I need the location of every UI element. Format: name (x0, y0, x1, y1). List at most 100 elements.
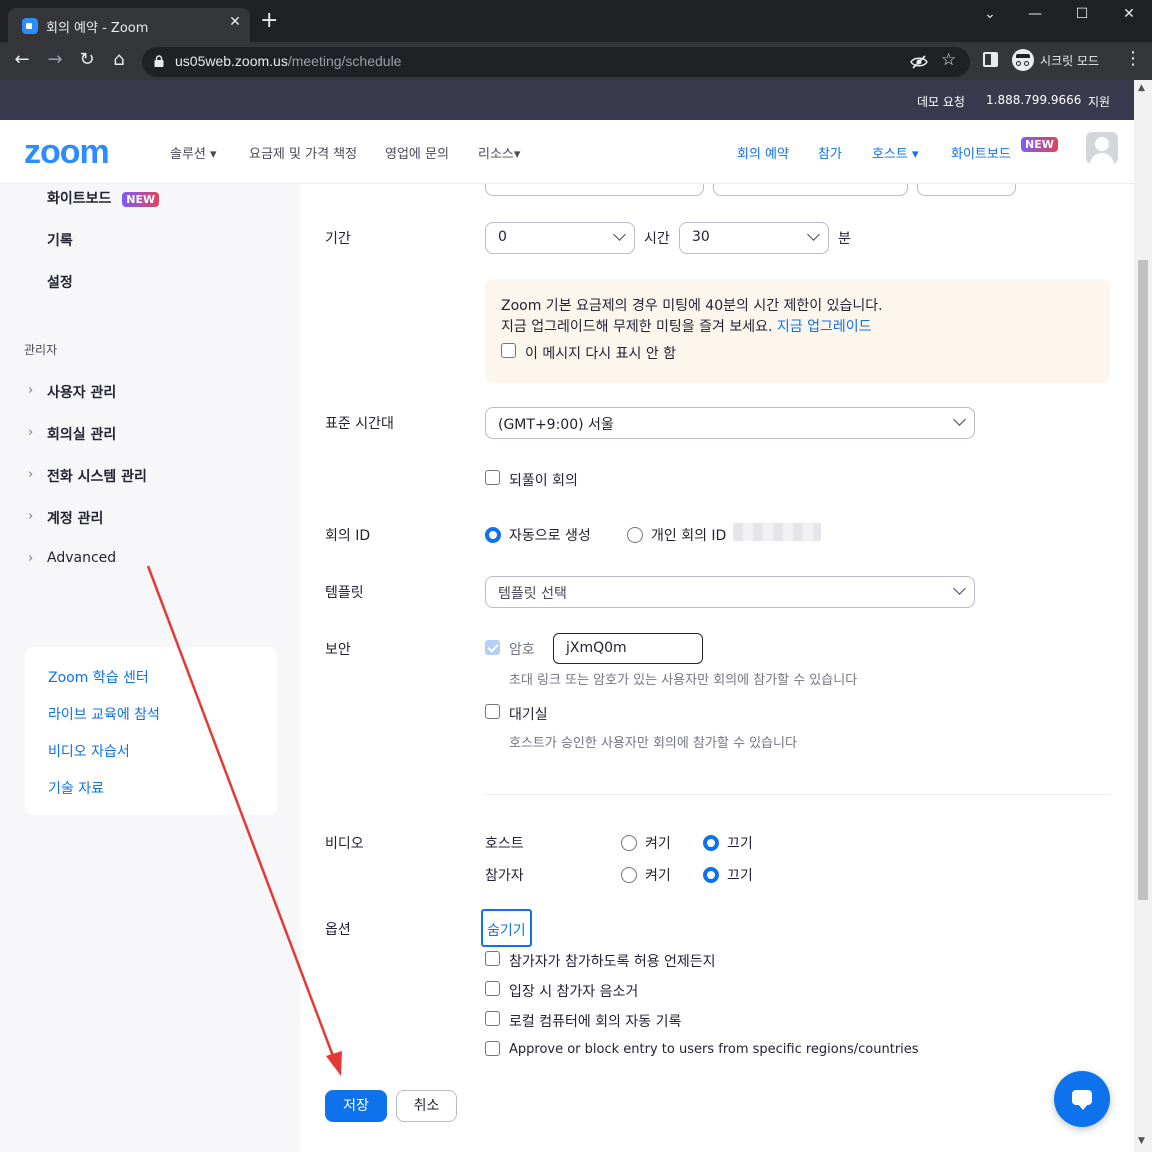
video-tutorials-link[interactable]: 비디오 자습서 (48, 741, 130, 761)
chevron-right-icon: › (28, 551, 34, 566)
timezone-label: 표준 시간대 (325, 416, 394, 432)
kebab-menu-icon[interactable]: ⋮ (1124, 50, 1142, 68)
dont-show-again-checkbox[interactable] (501, 343, 516, 358)
minutes-unit: 분 (838, 231, 851, 247)
upgrade-link[interactable]: 지금 업그레이드 (777, 319, 872, 335)
notice-text: Zoom 기본 요금제의 경우 미팅에 40분의 시간 제한이 있습니다. (501, 298, 883, 314)
nav-schedule[interactable]: 회의 예약 (737, 143, 789, 162)
scroll-thumb[interactable] (1138, 260, 1148, 900)
nav-resources[interactable]: 리소스▾ (478, 143, 520, 162)
participant-video-on-radio[interactable] (621, 867, 637, 883)
template-select[interactable]: 템플릿 선택 (485, 576, 975, 608)
address-bar[interactable]: us05web.zoom.us/meeting/schedule ☆ (142, 47, 970, 77)
maximize-icon[interactable]: ☐ (1067, 6, 1097, 22)
incognito-label: 시크릿 모드 (1040, 54, 1100, 68)
redacted-personal-id (733, 523, 821, 541)
passcode-hint: 초대 링크 또는 암호가 있는 사용자만 회의에 참가할 수 있습니다 (509, 673, 858, 688)
notice-text: 지금 업그레이드해 무제한 미팅을 즐겨 보세요. 지금 업그레이드 (501, 319, 872, 335)
chevron-down-icon (613, 228, 626, 241)
passcode-value: jXmQ0m (566, 640, 627, 656)
sidebar-item-whiteboard[interactable]: 화이트보드 NEW (47, 188, 160, 208)
passcode-checkbox[interactable] (485, 640, 500, 655)
minimize-icon[interactable]: — (1020, 6, 1050, 22)
learning-resources-box: Zoom 학습 센터 라이브 교육에 참석 비디오 자습서 기술 자료 (25, 647, 277, 815)
sidebar-item-account-management[interactable]: 계정 관리 (47, 508, 103, 528)
save-button[interactable]: 저장 (325, 1090, 387, 1122)
tab-search-icon[interactable]: ⌄ (975, 6, 1005, 22)
sidebar-item-user-management[interactable]: 사용자 관리 (47, 382, 116, 402)
avatar[interactable] (1086, 132, 1118, 164)
forward-icon[interactable]: → (43, 50, 67, 70)
region-block-checkbox[interactable] (485, 1041, 500, 1056)
duration-hours-select[interactable]: 0 (485, 222, 635, 254)
admin-section-title: 관리자 (24, 343, 58, 357)
nav-host[interactable]: 호스트 ▾ (872, 143, 919, 162)
join-anytime-checkbox[interactable] (485, 951, 500, 966)
nav-contact-sales[interactable]: 영업에 문의 (385, 143, 449, 162)
tab-close-icon[interactable]: ✕ (226, 14, 244, 34)
chevron-down-icon (953, 413, 966, 426)
zoom-header: zoom 솔루션 ▾ 요금제 및 가격 책정 영업에 문의 리소스▾ 회의 예약… (0, 120, 1134, 184)
sidebar-item-recordings[interactable]: 기록 (47, 230, 73, 250)
caret-down-icon: ▾ (912, 147, 919, 162)
meeting-id-label: 회의 ID (325, 528, 371, 544)
passcode-input[interactable]: jXmQ0m (553, 633, 703, 664)
sidebar-item-settings[interactable]: 설정 (47, 272, 73, 292)
participant-video-off-label: 끄기 (727, 868, 753, 884)
sidebar-item-phone-system[interactable]: 전화 시스템 관리 (47, 466, 147, 486)
dont-show-again-label: 이 메시지 다시 표시 안 함 (525, 346, 677, 362)
scroll-down-icon[interactable]: ▼ (1138, 1136, 1145, 1146)
zoom-logo[interactable]: zoom (24, 133, 110, 172)
meeting-id-auto-radio[interactable] (485, 527, 501, 543)
hide-options-button[interactable]: 숨기기 (481, 909, 532, 947)
duration-minutes-select[interactable]: 30 (679, 222, 829, 254)
meeting-id-personal-radio[interactable] (627, 527, 643, 543)
timezone-select[interactable]: (GMT+9:00) 서울 (485, 407, 975, 439)
phone-link[interactable]: 1.888.799.9666 (986, 93, 1081, 107)
cancel-button[interactable]: 취소 (396, 1090, 457, 1122)
duration-minutes-value: 30 (692, 229, 710, 245)
learning-center-link[interactable]: Zoom 학습 센터 (48, 667, 149, 687)
back-icon[interactable]: ← (10, 50, 34, 70)
incognito-chip[interactable]: 시크릿 모드 (1010, 47, 1116, 75)
star-icon[interactable]: ☆ (941, 50, 956, 70)
plan-limit-notice: Zoom 기본 요금제의 경우 미팅에 40분의 시간 제한이 있습니다. 지금… (485, 279, 1110, 383)
browser-tab[interactable]: 회의 예약 - Zoom ✕ (8, 8, 250, 42)
video-participant-label: 참가자 (485, 868, 524, 884)
reload-icon[interactable]: ↻ (75, 50, 99, 70)
new-tab-button[interactable]: + (260, 10, 278, 32)
mute-on-entry-checkbox[interactable] (485, 981, 500, 996)
chevron-right-icon: › (28, 509, 34, 524)
caret-down-icon: ▾ (513, 147, 521, 162)
sidebar-item-advanced[interactable]: Advanced (47, 550, 116, 566)
sidebar: 화이트보드 NEW 기록 설정 관리자 › 사용자 관리 › 회의실 관리 › … (0, 184, 300, 1152)
nav-whiteboard[interactable]: 화이트보드 (951, 143, 1011, 162)
nav-pricing[interactable]: 요금제 및 가격 책정 (249, 143, 357, 162)
scroll-up-icon[interactable]: ▲ (1138, 83, 1145, 93)
home-icon[interactable]: ⌂ (107, 50, 131, 70)
support-link[interactable]: 지원 (1088, 93, 1110, 110)
live-training-link[interactable]: 라이브 교육에 참석 (48, 704, 160, 724)
page-scrollbar[interactable]: ▲ ▼ (1134, 80, 1152, 1152)
hide-options-label: 숨기기 (487, 923, 526, 939)
video-host-label: 호스트 (485, 836, 524, 852)
nav-solutions[interactable]: 솔루션 ▾ (170, 143, 217, 162)
side-panel-icon[interactable] (983, 52, 998, 67)
demo-request-link[interactable]: 데모 요청 (917, 93, 965, 110)
zoom-favicon-icon (22, 18, 38, 34)
recurring-checkbox[interactable] (485, 470, 500, 485)
participant-video-off-radio[interactable] (703, 867, 719, 883)
browser-toolbar: ← → ↻ ⌂ us05web.zoom.us/meeting/schedule… (0, 42, 1152, 80)
auto-record-checkbox[interactable] (485, 1011, 500, 1026)
host-video-off-radio[interactable] (703, 835, 719, 851)
close-window-icon[interactable]: ✕ (1114, 6, 1144, 22)
sidebar-item-room-management[interactable]: 회의실 관리 (47, 424, 116, 444)
host-video-on-radio[interactable] (621, 835, 637, 851)
knowledge-base-link[interactable]: 기술 자료 (48, 778, 104, 798)
nav-join[interactable]: 참가 (818, 143, 842, 162)
waiting-room-checkbox[interactable] (485, 704, 500, 719)
lock-icon[interactable] (154, 55, 164, 67)
chat-button[interactable] (1054, 1071, 1110, 1127)
region-block-label: Approve or block entry to users from spe… (509, 1042, 919, 1057)
eye-off-icon[interactable] (910, 54, 928, 70)
